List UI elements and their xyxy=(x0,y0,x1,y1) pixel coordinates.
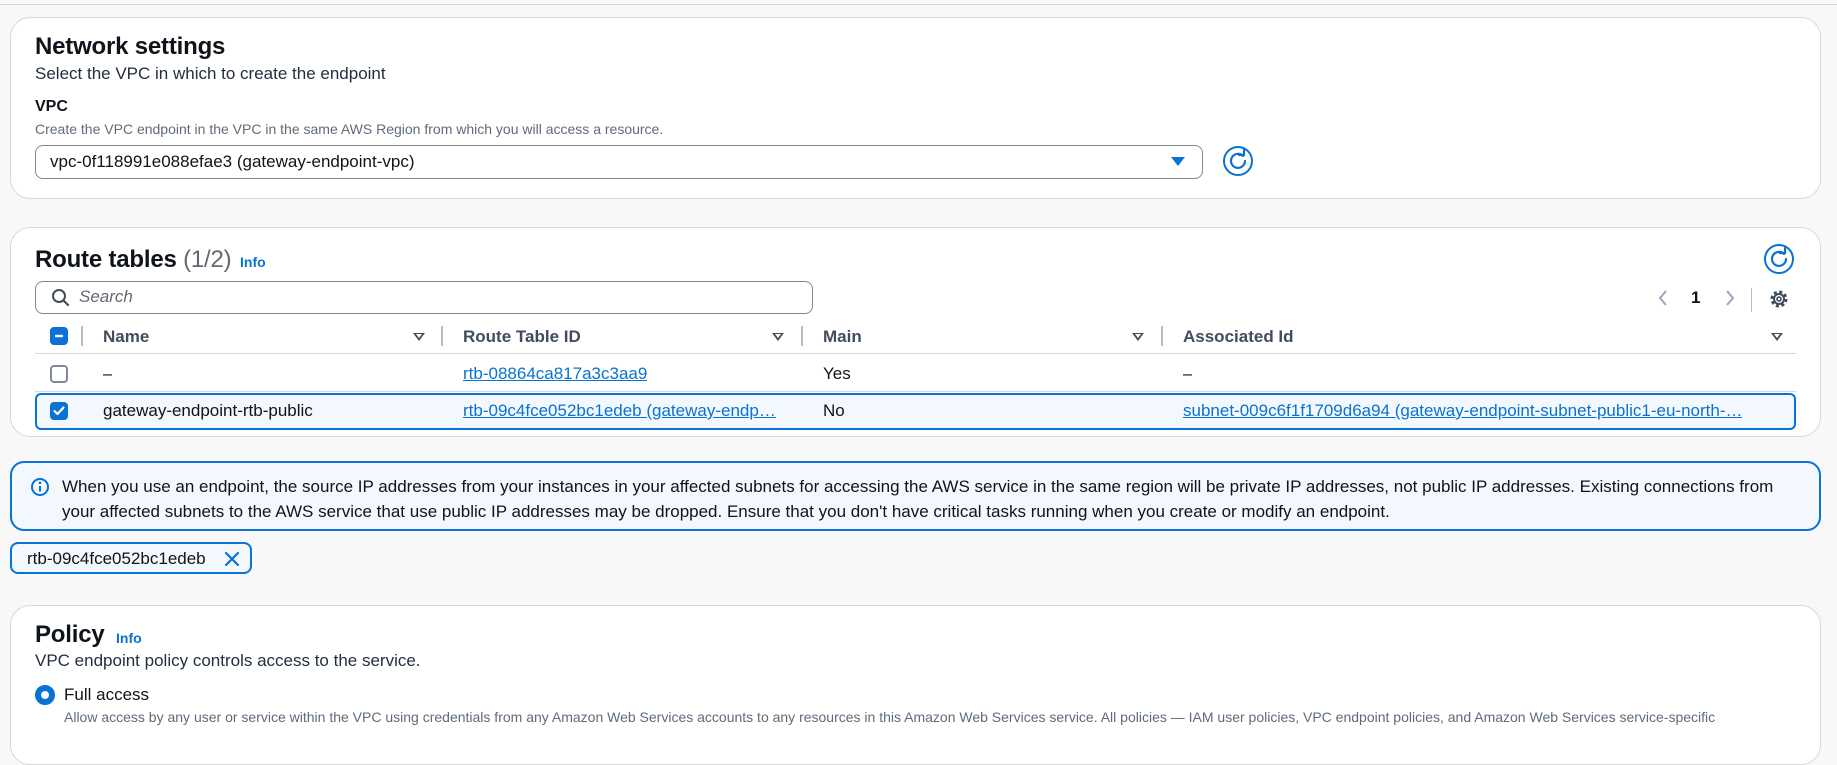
search-placeholder: Search xyxy=(79,287,133,306)
column-header-name[interactable]: Name xyxy=(103,327,149,347)
column-divider xyxy=(81,326,83,346)
pagination-divider xyxy=(1751,288,1752,312)
full-access-label[interactable]: Full access xyxy=(64,685,149,705)
top-divider xyxy=(0,4,1837,5)
vpc-select-value: vpc-0f118991e088efae3 (gateway-endpoint-… xyxy=(50,152,415,171)
search-icon xyxy=(52,289,70,307)
check-icon xyxy=(53,406,65,416)
gear-icon[interactable] xyxy=(1768,288,1790,310)
endpoint-info-alert: When you use an endpoint, the source IP … xyxy=(10,461,1821,531)
chevron-right-icon[interactable] xyxy=(1723,288,1737,308)
column-divider xyxy=(441,326,443,346)
vpc-hint: Create the VPC endpoint in the VPC in th… xyxy=(35,121,664,137)
selected-route-table-token: rtb-09c4fce052bc1edeb xyxy=(10,542,252,574)
pagination-page-number[interactable]: 1 xyxy=(1691,288,1700,308)
network-settings-description: Select the VPC in which to create the en… xyxy=(35,64,386,83)
caret-down-icon xyxy=(1171,157,1185,166)
vpc-label: VPC xyxy=(35,98,68,115)
network-settings-title: Network settings xyxy=(35,33,226,60)
row-divider xyxy=(35,391,1796,392)
row-route-table-id-link[interactable]: rtb-08864ca817a3c3aa9 xyxy=(463,364,647,384)
refresh-icon[interactable] xyxy=(1764,244,1794,274)
route-tables-search-input[interactable]: Search xyxy=(35,281,813,314)
refresh-icon[interactable] xyxy=(1223,146,1253,176)
column-divider xyxy=(801,326,803,346)
minus-icon xyxy=(55,334,63,338)
route-tables-title-text: Route tables xyxy=(35,246,177,273)
table-header-divider xyxy=(35,353,1796,354)
row-checkbox[interactable] xyxy=(50,365,68,383)
column-header-route-table-id[interactable]: Route Table ID xyxy=(463,327,581,347)
route-tables-info-link[interactable]: Info xyxy=(240,254,266,270)
alert-text: When you use an endpoint, the source IP … xyxy=(62,477,1774,521)
route-tables-title: Route tables (1/2) xyxy=(35,246,232,274)
policy-description: VPC endpoint policy controls access to t… xyxy=(35,651,421,670)
row-associated-id-link[interactable]: subnet-009c6f1f1709d6a94 (gateway-endpoi… xyxy=(1183,401,1742,421)
column-divider xyxy=(1161,326,1163,346)
row-checkbox-checked[interactable] xyxy=(50,402,68,420)
table-row[interactable] xyxy=(35,356,1796,392)
sort-route-table-id-icon[interactable] xyxy=(772,333,784,341)
chevron-left-icon[interactable] xyxy=(1656,288,1670,308)
info-circle-icon xyxy=(31,478,49,496)
column-header-associated-id[interactable]: Associated Id xyxy=(1183,327,1294,347)
select-all-checkbox[interactable] xyxy=(50,327,68,345)
full-access-hint: Allow access by any user or service with… xyxy=(64,709,1716,725)
row-name: gateway-endpoint-rtb-public xyxy=(103,401,313,420)
row-main: No xyxy=(823,401,845,420)
column-header-main[interactable]: Main xyxy=(823,327,862,347)
close-icon[interactable] xyxy=(223,550,241,568)
sort-main-icon[interactable] xyxy=(1132,333,1144,341)
row-main: Yes xyxy=(823,364,851,383)
sort-name-icon[interactable] xyxy=(413,333,425,341)
route-tables-count: (1/2) xyxy=(183,246,232,273)
token-label: rtb-09c4fce052bc1edeb xyxy=(27,549,206,568)
row-name: – xyxy=(103,364,113,383)
vpc-select[interactable]: vpc-0f118991e088efae3 (gateway-endpoint-… xyxy=(35,145,1203,179)
row-associated-id: – xyxy=(1183,364,1193,383)
sort-associated-id-icon[interactable] xyxy=(1771,333,1783,341)
policy-info-link[interactable]: Info xyxy=(116,630,142,646)
policy-title: Policy xyxy=(35,621,105,648)
policy-panel xyxy=(10,605,1821,765)
full-access-radio[interactable] xyxy=(35,685,55,705)
row-route-table-id-link[interactable]: rtb-09c4fce052bc1edeb (gateway-endp… xyxy=(463,401,776,421)
